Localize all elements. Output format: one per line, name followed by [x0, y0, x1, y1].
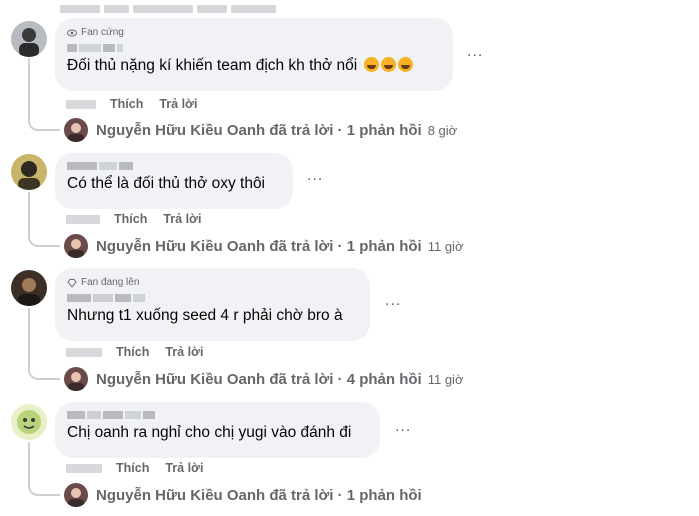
more-options-button[interactable]: ... — [307, 167, 323, 185]
reply-avatar — [64, 367, 88, 391]
reply-button[interactable]: Trả lời — [165, 345, 203, 359]
avatar[interactable] — [11, 154, 47, 190]
comment-bubble: Fan đang lên Nhưng t1 xuống seed 4 r phả… — [55, 268, 370, 341]
comment-actions: Thích Trả lời — [66, 212, 217, 226]
fan-badge: Fan cứng — [67, 26, 441, 39]
blurred-author-name[interactable] — [67, 43, 441, 53]
reply-button[interactable]: Trả lời — [165, 461, 203, 475]
like-button[interactable]: Thích — [114, 212, 147, 226]
thread-line — [28, 58, 30, 116]
comment-text: Đối thủ nặng kí khiến team địch kh thở n… — [67, 56, 441, 76]
comment-actions: Thích Trả lời — [66, 97, 213, 111]
thread-connector — [28, 364, 60, 380]
replies-row[interactable]: Nguyễn Hữu Kiều Oanh đã trả lời · 4 phản… — [28, 364, 464, 391]
diamond-icon — [67, 278, 77, 288]
blurred-author-name[interactable] — [67, 161, 281, 171]
reply-avatar — [64, 234, 88, 258]
comment-bubble: Chị oanh ra nghỉ cho chị yugi vào đánh đ… — [55, 402, 380, 458]
thread-connector — [28, 115, 60, 131]
reply-button[interactable]: Trả lời — [163, 212, 201, 226]
comment-bubble: Fan cứng Đối thủ nặng kí khiến team địch… — [55, 18, 453, 91]
like-button[interactable]: Thích — [116, 461, 149, 475]
replies-summary[interactable]: Nguyễn Hữu Kiều Oanh đã trả lời · 1 phản… — [96, 487, 422, 504]
thread-line — [28, 442, 30, 482]
blurred-author-name[interactable] — [67, 293, 358, 303]
blurred-author-name[interactable] — [67, 410, 368, 420]
badge-label: Fan cứng — [81, 27, 124, 38]
laughing-emoji — [397, 57, 413, 72]
replies-summary[interactable]: Nguyễn Hữu Kiều Oanh đã trả lời · 4 phản… — [96, 371, 422, 388]
blurred-timestamp[interactable] — [66, 463, 102, 473]
comment-actions: Thích Trả lời — [66, 345, 219, 359]
replies-summary[interactable]: Nguyễn Hữu Kiều Oanh đã trả lời · 1 phản… — [96, 238, 422, 255]
reply-avatar — [64, 483, 88, 507]
replies-summary[interactable]: Nguyễn Hữu Kiều Oanh đã trả lời · 1 phản… — [96, 122, 422, 139]
replies-row[interactable]: Nguyễn Hữu Kiều Oanh đã trả lời · 1 phản… — [28, 231, 464, 258]
fan-badge: Fan đang lên — [67, 276, 358, 289]
avatar[interactable] — [11, 21, 47, 57]
thread-line — [28, 192, 30, 232]
blurred-header-remnant — [60, 0, 300, 13]
laughing-emoji — [380, 57, 396, 72]
more-options-button[interactable]: ... — [467, 43, 483, 61]
avatar[interactable] — [11, 404, 47, 440]
like-button[interactable]: Thích — [116, 345, 149, 359]
more-options-button[interactable]: ... — [395, 418, 411, 436]
thread-line — [28, 308, 30, 366]
blurred-timestamp[interactable] — [66, 214, 100, 224]
like-button[interactable]: Thích — [110, 97, 143, 111]
more-options-button[interactable]: ... — [385, 292, 401, 310]
thread-connector — [28, 480, 60, 496]
comment-text: Có thể là đối thủ thở oxy thôi — [67, 175, 266, 192]
thread-connector — [28, 231, 60, 247]
comment-text: Chị oanh ra nghỉ cho chị yugi vào đánh đ… — [67, 424, 352, 441]
replies-time: 11 giờ — [427, 238, 464, 254]
replies-row[interactable]: Nguyễn Hữu Kiều Oanh đã trả lời · 1 phản… — [28, 480, 428, 507]
replies-time: 11 giờ — [427, 371, 464, 387]
eye-icon — [67, 29, 77, 36]
comment-text: Nhưng t1 xuống seed 4 r phải chờ bro à — [67, 307, 343, 324]
laughing-emoji — [363, 57, 379, 72]
blurred-timestamp[interactable] — [66, 99, 96, 109]
badge-label: Fan đang lên — [81, 277, 140, 288]
avatar[interactable] — [11, 270, 47, 306]
reply-avatar — [64, 118, 88, 142]
blurred-timestamp[interactable] — [66, 347, 102, 357]
comment-bubble: Có thể là đối thủ thở oxy thôi — [55, 153, 293, 209]
replies-row[interactable]: Nguyễn Hữu Kiều Oanh đã trả lời · 1 phản… — [28, 115, 458, 142]
replies-time: 8 giờ — [427, 122, 458, 138]
comment-actions: Thích Trả lời — [66, 461, 219, 475]
reply-button[interactable]: Trả lời — [159, 97, 197, 111]
